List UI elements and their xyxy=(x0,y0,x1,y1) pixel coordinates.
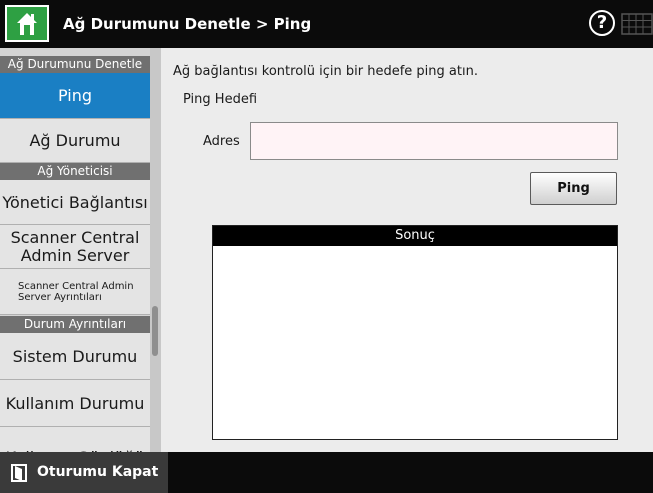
sidebar-section-network-admin: Ağ Yöneticisi xyxy=(0,163,150,180)
ping-button[interactable]: Ping xyxy=(530,172,617,205)
ping-target-label: Ping Hedefi xyxy=(183,92,258,107)
logout-icon xyxy=(11,464,27,482)
sidebar-item-admin-connection[interactable]: Yönetici Bağlantısı xyxy=(0,180,150,225)
sidebar-item-usage-status[interactable]: Kullanım Durumu xyxy=(0,380,150,427)
sidebar-item-scanner-central-admin-server[interactable]: Scanner Central Admin Server xyxy=(0,225,150,269)
sidebar-item-scanner-central-admin-server-details[interactable]: Scanner Central Admin Server Ayrıntıları xyxy=(0,269,150,315)
page-title: Ağ Durumunu Denetle > Ping xyxy=(63,15,312,33)
sidebar-scroll-thumb[interactable] xyxy=(152,306,158,356)
logout-button[interactable]: Oturumu Kapat xyxy=(0,452,168,493)
top-bar: Ağ Durumunu Denetle > Ping ? xyxy=(0,0,653,48)
sidebar-item-network-status[interactable]: Ağ Durumu xyxy=(0,118,150,163)
address-label: Adres xyxy=(203,134,240,149)
address-input[interactable] xyxy=(250,122,618,160)
result-panel: Sonuç xyxy=(212,225,618,440)
logout-label: Oturumu Kapat xyxy=(37,464,159,480)
home-button[interactable] xyxy=(5,5,49,42)
sidebar-item-system-status[interactable]: Sistem Durumu xyxy=(0,333,150,380)
result-header: Sonuç xyxy=(213,226,617,246)
sidebar-item-ping[interactable]: Ping xyxy=(0,73,150,118)
sidebar-section-status-details: Durum Ayrıntıları xyxy=(0,316,150,333)
help-button[interactable]: ? xyxy=(589,10,615,36)
sidebar-scrollbar[interactable] xyxy=(150,48,161,452)
sidebar-item-user-log[interactable]: Kullanıcı Günlüğü xyxy=(0,427,150,452)
main-panel: Ağ bağlantısı kontrolü için bir hedefe p… xyxy=(161,48,653,452)
help-icon: ? xyxy=(596,12,608,33)
keyboard-icon xyxy=(621,13,653,35)
sidebar: Ağ Durumunu Denetle Ping Ağ Durumu Ağ Yö… xyxy=(0,48,161,452)
bottom-bar: Oturumu Kapat xyxy=(0,452,653,493)
keyboard-button[interactable] xyxy=(621,13,653,35)
home-icon xyxy=(17,13,37,35)
sidebar-section-network-check: Ağ Durumunu Denetle xyxy=(0,56,150,73)
instruction-text: Ağ bağlantısı kontrolü için bir hedefe p… xyxy=(173,64,478,79)
result-output xyxy=(213,246,617,439)
